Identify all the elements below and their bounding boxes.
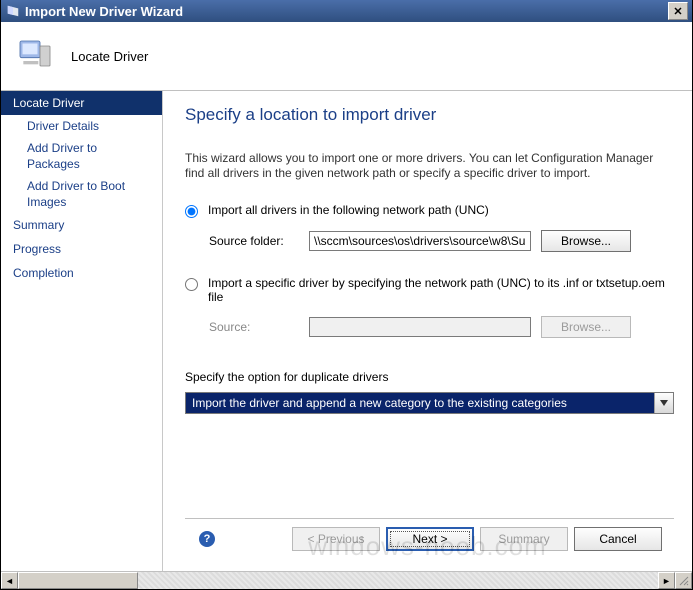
- source-folder-input[interactable]: [309, 231, 531, 251]
- cancel-button[interactable]: Cancel: [574, 527, 662, 551]
- intro-text: This wizard allows you to import one or …: [185, 151, 674, 181]
- step-add-driver-to-boot-images[interactable]: Add Driver to Boot Images: [1, 175, 162, 213]
- summary-button: Summary: [480, 527, 568, 551]
- close-button[interactable]: ✕: [668, 2, 688, 20]
- chevron-down-icon[interactable]: [654, 393, 673, 413]
- option-import-all-label: Import all drivers in the following netw…: [208, 203, 489, 217]
- source-folder-label: Source folder:: [209, 234, 299, 248]
- titlebar: Import New Driver Wizard ✕: [1, 0, 692, 22]
- scroll-right-arrow[interactable]: ►: [658, 572, 675, 589]
- computer-icon: [15, 36, 55, 76]
- scroll-track[interactable]: [138, 572, 658, 589]
- step-sidebar: Locate Driver Driver Details Add Driver …: [1, 91, 163, 571]
- source-file-label: Source:: [209, 320, 299, 334]
- step-locate-driver[interactable]: Locate Driver: [1, 91, 162, 115]
- source-file-row: Source: Browse...: [209, 316, 674, 338]
- duplicate-drivers-combo[interactable]: Import the driver and append a new categ…: [185, 392, 674, 414]
- wizard-header: Locate Driver: [1, 22, 692, 91]
- step-summary[interactable]: Summary: [1, 213, 162, 237]
- header-title: Locate Driver: [71, 49, 148, 64]
- page-heading: Specify a location to import driver: [185, 105, 674, 125]
- option-import-specific[interactable]: Import a specific driver by specifying t…: [185, 276, 674, 304]
- resize-grip[interactable]: [675, 572, 692, 589]
- duplicate-drivers-selected: Import the driver and append a new categ…: [186, 393, 654, 413]
- option-import-all[interactable]: Import all drivers in the following netw…: [185, 203, 674, 218]
- titlebar-text: Import New Driver Wizard: [25, 4, 668, 19]
- browse-source-folder-button[interactable]: Browse...: [541, 230, 631, 252]
- scroll-thumb[interactable]: [18, 572, 138, 589]
- source-file-input: [309, 317, 531, 337]
- source-folder-row: Source folder: Browse...: [209, 230, 674, 252]
- help-icon[interactable]: ?: [199, 531, 215, 547]
- wizard-content: Specify a location to import driver This…: [163, 91, 692, 571]
- close-icon: ✕: [673, 5, 682, 18]
- radio-import-specific[interactable]: [185, 278, 198, 291]
- step-add-driver-to-packages[interactable]: Add Driver to Packages: [1, 137, 162, 175]
- step-driver-details[interactable]: Driver Details: [1, 115, 162, 137]
- step-completion[interactable]: Completion: [1, 261, 162, 285]
- scroll-left-arrow[interactable]: ◄: [1, 572, 18, 589]
- horizontal-scrollbar[interactable]: ◄ ►: [1, 571, 692, 589]
- option-import-specific-label: Import a specific driver by specifying t…: [208, 276, 674, 304]
- previous-button: < Previous: [292, 527, 380, 551]
- wizard-footer: ? < Previous Next > Summary Cancel: [185, 518, 674, 561]
- app-icon: [5, 3, 21, 19]
- browse-source-file-button: Browse...: [541, 316, 631, 338]
- wizard-window: Import New Driver Wizard ✕ Locate Driver…: [0, 0, 693, 590]
- next-button[interactable]: Next >: [386, 527, 474, 551]
- wizard-body: Locate Driver Driver Details Add Driver …: [1, 91, 692, 571]
- step-progress[interactable]: Progress: [1, 237, 162, 261]
- radio-import-all[interactable]: [185, 205, 198, 218]
- duplicate-drivers-label: Specify the option for duplicate drivers: [185, 370, 674, 384]
